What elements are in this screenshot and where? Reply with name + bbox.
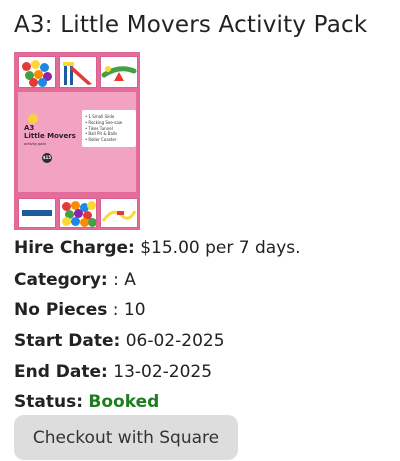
no-pieces-value: : 10 xyxy=(112,300,146,320)
status-badge: Booked xyxy=(88,392,160,412)
pack-info-panel: A3 Little Movers activity pack $15 1 Sma… xyxy=(18,92,136,192)
end-date-value: 13-02-2025 xyxy=(113,362,213,382)
no-pieces-label: No Pieces xyxy=(14,300,108,320)
status: Status: Booked xyxy=(14,392,384,412)
pack-logo-tagline: activity pack xyxy=(24,142,47,146)
hire-charge-value: $15.00 per 7 days. xyxy=(140,238,301,258)
pack-logo: A3 Little Movers activity pack xyxy=(24,124,80,147)
end-date-label: End Date: xyxy=(14,362,108,382)
category-label: Category: xyxy=(14,270,108,290)
balls-thumbnail xyxy=(59,198,97,228)
start-date: Start Date: 06-02-2025 xyxy=(14,331,384,351)
no-pieces: No Pieces : 10 xyxy=(14,300,384,320)
page-title: A3: Little Movers Activity Pack xyxy=(14,12,368,38)
start-date-label: Start Date: xyxy=(14,331,121,351)
product-image: A3 Little Movers activity pack $15 1 Sma… xyxy=(14,52,140,230)
tunnel-thumbnail xyxy=(18,198,56,228)
hire-charge: Hire Charge: $15.00 per 7 days. xyxy=(14,238,384,258)
pack-contents-list: 1 Small Slide Rocking See-saw Tikes Tunn… xyxy=(82,110,136,147)
sun-icon xyxy=(28,114,38,124)
category: Category: : A xyxy=(14,270,384,290)
pack-list-item: Roller Coaster xyxy=(85,137,133,143)
ball-pit-thumbnail xyxy=(18,56,56,88)
roller-coaster-thumbnail xyxy=(100,198,138,228)
category-value: : A xyxy=(113,270,136,290)
checkout-button[interactable]: Checkout with Square xyxy=(14,415,238,460)
start-date-value: 06-02-2025 xyxy=(125,331,225,351)
end-date: End Date: 13-02-2025 xyxy=(14,362,384,382)
pack-logo-code: A3 xyxy=(24,124,35,132)
status-label: Status: xyxy=(14,392,83,412)
slide-thumbnail xyxy=(59,56,97,88)
hire-charge-label: Hire Charge: xyxy=(14,238,135,258)
price-badge: $15 xyxy=(42,153,52,163)
pack-logo-name: Little Movers xyxy=(24,132,76,140)
see-saw-thumbnail xyxy=(100,56,138,88)
